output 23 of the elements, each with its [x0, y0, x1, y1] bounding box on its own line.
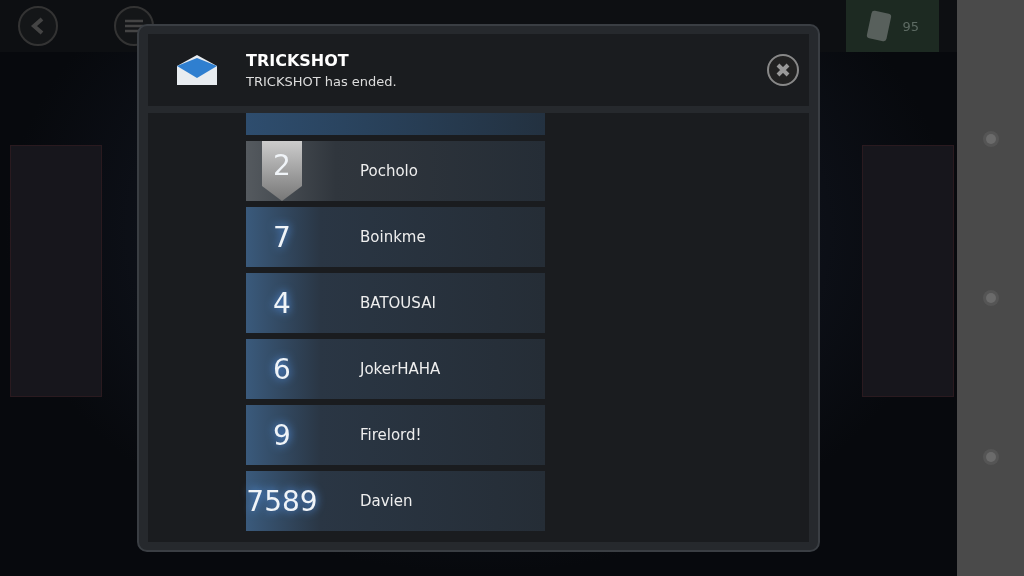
rank-number: 7 — [272, 220, 292, 254]
player-name: Davien — [360, 492, 413, 510]
player-name: JokerHAHA — [360, 360, 441, 378]
rank-number: 6 — [272, 352, 292, 386]
player-name: BATOUSAI — [360, 294, 436, 312]
player-name: Firelord! — [360, 426, 422, 444]
nav-dot[interactable] — [985, 134, 996, 145]
rank-number: 9 — [272, 418, 292, 452]
rank-number: 4 — [272, 286, 292, 320]
currency-count: 95 — [902, 18, 919, 34]
envelope-icon — [176, 54, 218, 86]
rank-badge: 2 — [262, 141, 302, 201]
nav-dot[interactable] — [985, 451, 996, 462]
player-name: Pocholo — [360, 162, 418, 180]
player-name: Boinkme — [360, 228, 426, 246]
back-button[interactable] — [18, 6, 58, 46]
dialog-title: TRICKSHOT — [246, 51, 350, 70]
close-icon — [775, 62, 791, 78]
dialog-message: TRICKSHOT has ended. — [246, 74, 398, 89]
card-icon — [866, 10, 893, 42]
nav-dot[interactable] — [985, 293, 996, 303]
close-button[interactable] — [767, 54, 799, 86]
rank-number: 7589 — [246, 484, 318, 518]
